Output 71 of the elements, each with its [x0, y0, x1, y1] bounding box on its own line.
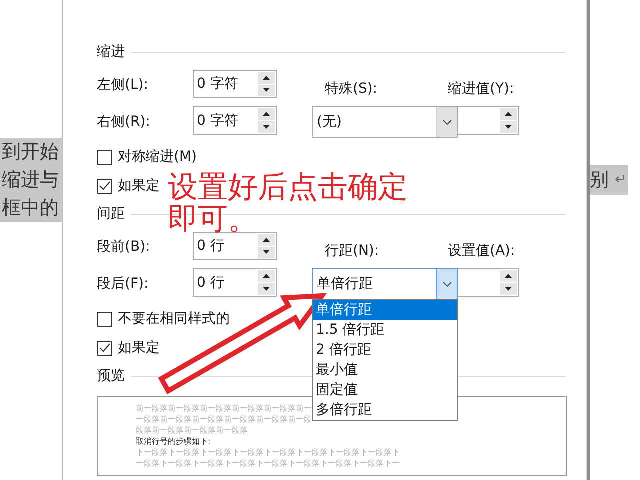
chevron-down-icon — [442, 120, 452, 124]
dropdown-option[interactable]: 多倍行距 — [313, 400, 457, 420]
dropdown-option[interactable]: 固定值 — [313, 380, 457, 400]
up-arrow-icon — [263, 274, 270, 278]
checkbox[interactable] — [97, 178, 112, 194]
spin-up-button[interactable] — [258, 108, 275, 120]
dropdown-option[interactable]: 2 倍行距 — [313, 340, 457, 360]
dropdown-field[interactable]: 单倍行距 — [312, 268, 458, 300]
document-text: 别 — [590, 168, 609, 193]
paragraph-mark: ↵ — [615, 172, 627, 188]
down-arrow-icon — [263, 125, 270, 129]
preview-text: 段落前一段落前一段落前一段落 — [136, 425, 248, 436]
field-label: 段前(B): — [97, 238, 150, 256]
spin-up-button[interactable] — [258, 234, 275, 246]
checkbox-label: 如果定 — [118, 339, 160, 357]
preview-text: 一段落下一段落下一段落下一段落下一段落下一段落下一段落下一段落下一 — [136, 458, 400, 469]
document-text: 框中的 — [0, 194, 62, 222]
field-label: 特殊(S): — [324, 80, 378, 99]
document-text: 缩进与 — [0, 166, 62, 194]
checkmark-icon — [98, 181, 110, 191]
field-label: 设置值(A): — [447, 242, 516, 261]
down-arrow-icon — [263, 250, 270, 254]
down-arrow-icon — [505, 125, 512, 129]
up-arrow-icon — [505, 274, 512, 278]
spin-box[interactable]: 0 字符 — [193, 106, 277, 135]
checkmark-icon — [98, 343, 110, 353]
document-text: 到开始 — [0, 138, 62, 166]
checkbox[interactable] — [97, 150, 112, 164]
field-label: 段后(F): — [97, 275, 149, 293]
spin-box[interactable]: 0 行 — [193, 268, 277, 297]
field-label: 缩进值(Y): — [447, 80, 514, 99]
dropdown-option[interactable]: 单倍行距 — [313, 300, 457, 320]
chevron-down-icon — [442, 282, 452, 286]
spin-up-button[interactable] — [500, 108, 517, 120]
section-title: 间距 — [97, 205, 125, 223]
checkbox-label: 对称缩进(M) — [118, 148, 198, 166]
down-arrow-icon — [263, 287, 270, 291]
down-arrow-icon — [505, 287, 512, 291]
field-label: 行距(N): — [324, 242, 380, 261]
field-label: 左侧(L): — [97, 76, 148, 94]
section-title: 预览 — [97, 367, 125, 385]
checkbox[interactable] — [97, 312, 112, 326]
spin-down-button[interactable] — [258, 121, 275, 133]
section-title: 缩进 — [97, 43, 125, 61]
up-arrow-icon — [263, 238, 270, 242]
up-arrow-icon — [263, 76, 270, 80]
spin-down-button[interactable] — [258, 84, 275, 96]
spin-up-button[interactable] — [258, 270, 275, 282]
spin-box[interactable]: 0 行 — [193, 232, 277, 260]
checkbox-label: 不要在相同样式的 — [118, 310, 230, 328]
checkbox[interactable] — [97, 340, 112, 356]
checkbox-label: 如果定 — [118, 177, 160, 195]
up-arrow-icon — [505, 112, 512, 116]
spin-box[interactable]: 0 字符 — [193, 70, 277, 98]
dropdown-field[interactable]: (无) — [312, 106, 458, 138]
spin-down-button[interactable] — [258, 246, 275, 258]
spin-up-button[interactable] — [258, 72, 275, 84]
spin-up-button[interactable] — [500, 270, 517, 282]
down-arrow-icon — [263, 88, 270, 92]
preview-text: 下一段落下一段落下一段落下一段落下一段落下一段落下一段落下一段落下 — [136, 447, 400, 458]
preview-text: 取消行号的步骤如下: — [136, 436, 211, 447]
spin-down-button[interactable] — [500, 283, 517, 295]
dropdown-option[interactable]: 最小值 — [313, 360, 457, 380]
preview-text: 一段落前一段落前一段落前一段落前一段落前一段 — [136, 414, 312, 425]
annotation-text: 设置好后点击确定 — [168, 172, 408, 204]
field-label: 右侧(R): — [97, 113, 150, 131]
dropdown-option[interactable]: 1.5 倍行距 — [313, 320, 457, 340]
spin-down-button[interactable] — [258, 283, 275, 295]
up-arrow-icon — [263, 112, 270, 116]
preview-text: 前一段落前一段落前一段落前一段落前一段落前一 — [136, 403, 312, 414]
spin-down-button[interactable] — [500, 121, 517, 133]
